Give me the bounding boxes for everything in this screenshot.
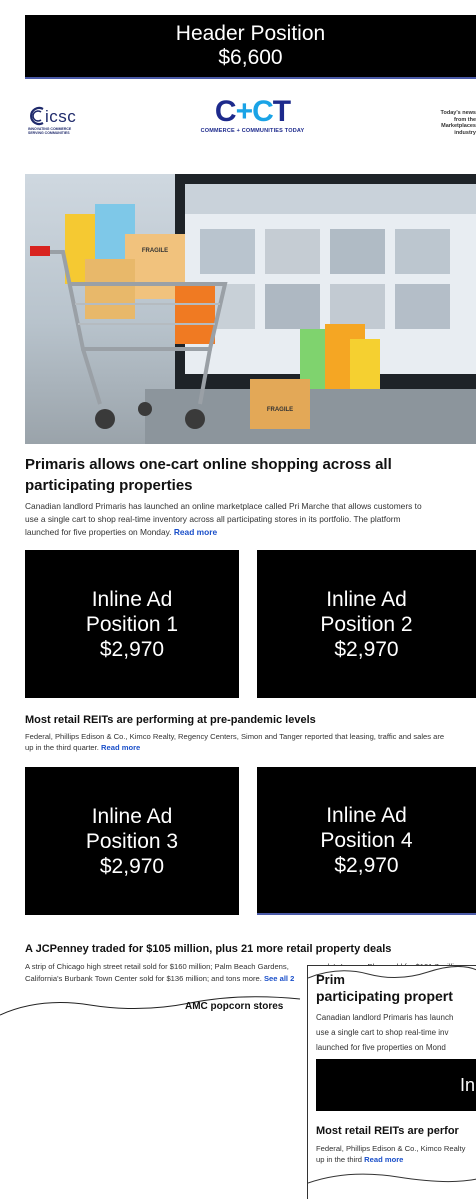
- icsc-subtitle: INNOVATING COMMERCE SERVING COMMUNITIES: [28, 127, 72, 135]
- article-4-title-partial[interactable]: AMC popcorn stores: [185, 1000, 310, 1014]
- article-2-title[interactable]: Most retail REITs are performing at pre-…: [25, 713, 476, 727]
- zoom-inset-panel: Prim participating propert Canadian land…: [307, 965, 476, 1199]
- inset-article-summary: Canadian landlord Primaris has launch us…: [316, 1013, 454, 1052]
- icsc-logo[interactable]: icsc INNOVATING COMMERCE SERVING COMMUNI…: [28, 104, 108, 135]
- cct-tagline: COMMERCE + COMMUNITIES TODAY: [200, 128, 305, 134]
- article-3-see-all-link[interactable]: See all 2: [264, 974, 294, 983]
- today-news-tagline: Today's news from the Marketplaces indus…: [440, 110, 476, 136]
- article-1-title[interactable]: Primaris allows one-cart online shopping…: [25, 454, 476, 496]
- inset-torn-bottom: [308, 1173, 476, 1199]
- inset-article-title: participating propert: [316, 988, 453, 1004]
- box-label-fragile-top: FRAGILE: [142, 248, 168, 254]
- article-3-title[interactable]: A JCPenney traded for $105 million, plus…: [25, 942, 476, 956]
- inline-ad-position-3[interactable]: Inline Ad Position 3 $2,970: [25, 767, 239, 915]
- inset-article-2-title: Most retail REITs are perfor: [316, 1125, 459, 1137]
- article-1-read-more-link[interactable]: Read more: [174, 527, 217, 537]
- icsc-wordmark: icsc: [45, 107, 77, 126]
- box-label-fragile: FRAGILE: [267, 407, 293, 413]
- article-2-summary: Federal, Phillips Edison & Co., Kimco Re…: [25, 732, 445, 752]
- header-ad-label: Header Position: [175, 22, 326, 45]
- inset-inline-ad: In: [316, 1059, 476, 1111]
- inline-ad-position-2[interactable]: Inline Ad Position 2 $2,970: [257, 550, 476, 698]
- logo-row: icsc INNOVATING COMMERCE SERVING COMMUNI…: [25, 96, 476, 140]
- inset-title-cut: Prim: [316, 972, 345, 987]
- cct-logo[interactable]: C+CT COMMERCE + COMMUNITIES TODAY: [195, 96, 310, 140]
- article-1-summary: Canadian landlord Primaris has launched …: [25, 501, 422, 537]
- shopping-cart-illustration: FRAGILE FRAGILE: [30, 174, 476, 444]
- header-ad-position[interactable]: Header Position $6,600: [25, 15, 476, 79]
- cct-wordmark: C+CT: [214, 95, 291, 128]
- inset-article-2-summary: Federal, Phillips Edison & Co., Kimco Re…: [316, 1144, 466, 1164]
- article-3-summary: A strip of Chicago high street retail so…: [25, 962, 295, 983]
- hero-image-shopping-cart[interactable]: FRAGILE FRAGILE: [25, 174, 476, 444]
- header-ad-price: $6,600: [218, 46, 283, 69]
- inline-ad-position-4[interactable]: Inline Ad Position 4 $2,970: [257, 767, 476, 915]
- article-2-read-more-link[interactable]: Read more: [101, 743, 140, 752]
- icsc-swirl-icon: [30, 106, 44, 126]
- inline-ad-position-1[interactable]: Inline Ad Position 1 $2,970: [25, 550, 239, 698]
